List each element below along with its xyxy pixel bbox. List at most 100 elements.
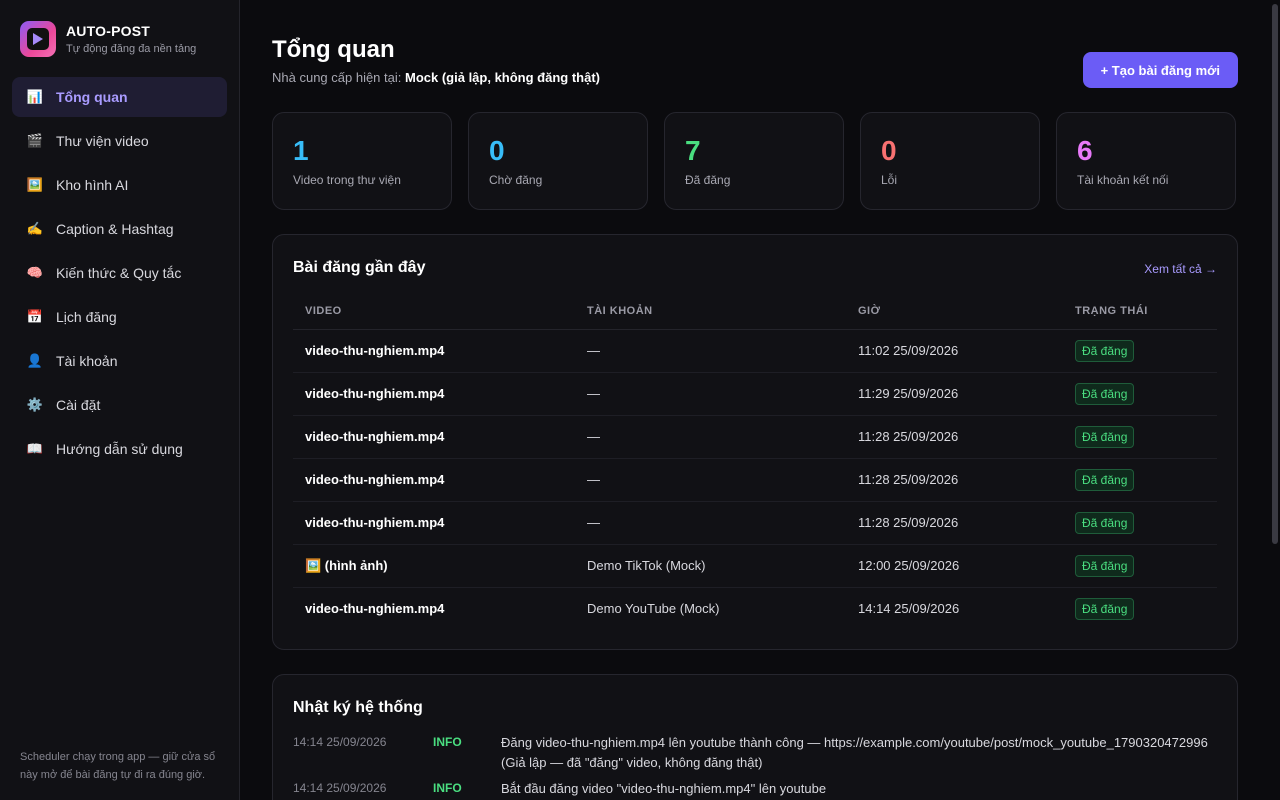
stat-label: Tài khoản kết nối [1077, 173, 1169, 187]
log-time: 14:14 25/09/2026 [293, 735, 387, 749]
log-time: 14:14 25/09/2026 [293, 781, 387, 795]
post-status-cell: Đã đăng [1063, 501, 1217, 545]
stat-value: 1 [293, 135, 309, 166]
table-row[interactable]: video-thu-nghiem.mp4—11:28 25/09/2026 Đã … [293, 415, 1217, 459]
writing-hand-icon: ✍️ [26, 221, 44, 236]
sidebar-item-label: Kiến thức & Quy tắc [56, 265, 182, 281]
sidebar-item-label: Lịch đăng [56, 309, 117, 325]
calendar-icon: 📅 [26, 309, 44, 324]
stat-value: 0 [489, 135, 505, 166]
stat-value: 7 [685, 135, 701, 166]
see-all-link[interactable]: Xem tất cả → [1144, 262, 1217, 276]
recent-posts-card: Bài đăng gần đây Xem tất cả → VIDEO TÀI K… [272, 234, 1238, 650]
sidebar-item-0[interactable]: 📊 Tổng quan [12, 77, 227, 117]
bar-chart-icon: 📊 [26, 89, 44, 104]
post-status-cell: Đã đăng [1063, 544, 1217, 588]
sidebar-item-5[interactable]: 📅 Lịch đăng [12, 297, 227, 337]
create-post-button[interactable]: + Tạo bài đăng mới [1082, 52, 1238, 88]
post-status-cell: Đã đăng [1063, 372, 1217, 416]
sidebar-item-3[interactable]: ✍️ Caption & Hashtag [12, 209, 227, 249]
post-account: — [575, 458, 846, 502]
post-video: 🖼️ (hình ảnh) [293, 544, 575, 588]
system-log-card: Nhật ký hệ thống 14:14 25/09/2026 INFO Đăn… [272, 674, 1238, 800]
provider-info: Nhà cung cấp hiện tại: Mock (giả lập, kh… [272, 70, 600, 85]
post-time: 11:28 25/09/2026 [846, 415, 1063, 459]
sidebar-item-label: Caption & Hashtag [56, 221, 174, 237]
scheduler-note: Scheduler chạy trong app — giữ cửa sổ nà… [20, 751, 216, 781]
post-time: 12:00 25/09/2026 [846, 544, 1063, 588]
table-row[interactable]: video-thu-nghiem.mp4 Demo YouTube (Mock) 1… [293, 587, 1217, 630]
provider-label: Nhà cung cấp hiện tại: [272, 70, 402, 85]
log-level: INFO [433, 781, 462, 795]
column-header: TÀI KHOẢN [575, 293, 846, 330]
log-message: Đăng video-thu-nghiem.mp4 lên youtube th… [501, 735, 1208, 770]
recent-posts-title: Bài đăng gần đây [293, 259, 426, 276]
stat-label: Lỗi [881, 173, 898, 187]
post-status-cell: Đã đăng [1063, 458, 1217, 502]
stat-card: 6 Tài khoản kết nối [1056, 112, 1236, 210]
stat-label: Video trong thư viện [293, 173, 401, 187]
table-header-row: VIDEO TÀI KHOẢN GIỜ TRẠNG THÁI [293, 293, 1217, 330]
sidebar-item-1[interactable]: 🎬 Thư viện video [12, 121, 227, 161]
post-account: Demo TikTok (Mock) [575, 544, 846, 588]
provider-value: Mock (giả lập, không đăng thật) [405, 70, 600, 85]
status-badge: Đã đăng [1075, 382, 1135, 405]
status-badge: Đã đăng [1075, 339, 1135, 362]
post-account: — [575, 415, 846, 459]
post-status-cell: Đã đăng [1063, 415, 1217, 459]
scrollbar[interactable] [1270, 0, 1280, 800]
post-time: 11:02 25/09/2026 [846, 329, 1063, 373]
table-row[interactable]: video-thu-nghiem.mp4—11:28 25/09/2026 Đã … [293, 501, 1217, 545]
column-header: VIDEO [293, 293, 575, 330]
sidebar-item-label: Tổng quan [56, 89, 128, 105]
page-title: Tổng quan [272, 36, 395, 63]
sidebar-item-label: Thư viện video [56, 133, 149, 149]
status-badge: Đã đăng [1075, 554, 1135, 577]
status-badge: Đã đăng [1075, 511, 1135, 534]
sidebar-item-2[interactable]: 🖼️ Kho hình AI [12, 165, 227, 205]
post-video: video-thu-nghiem.mp4 [293, 415, 575, 459]
post-status-cell: Đã đăng [1063, 587, 1217, 630]
table-row[interactable]: 🖼️ (hình ảnh) Demo TikTok (Mock) 12:00 25/… [293, 544, 1217, 588]
clapperboard-icon: 🎬 [26, 133, 44, 148]
post-video: video-thu-nghiem.mp4 [305, 601, 445, 617]
scrollbar-thumb[interactable] [1272, 4, 1278, 544]
post-account: — [575, 501, 846, 545]
stat-card: 0 Lỗi [860, 112, 1040, 210]
post-video: video-thu-nghiem.mp4 [293, 458, 575, 502]
post-time: 14:14 25/09/2026 [858, 601, 960, 617]
gear-icon: ⚙️ [26, 397, 44, 412]
post-time: 11:28 25/09/2026 [846, 458, 1063, 502]
table-body: video-thu-nghiem.mp4—11:02 25/09/2026 Đã … [293, 329, 1217, 630]
sidebar: AUTO-POST Tự động đăng đa nền tảng 📊 Tổng… [0, 0, 240, 800]
post-account: — [575, 329, 846, 373]
sidebar-item-8[interactable]: 📖 Hướng dẫn sử dụng [12, 429, 227, 469]
post-account: Demo YouTube (Mock) [587, 601, 720, 617]
status-badge: Đã đăng [1075, 468, 1135, 491]
sidebar-item-6[interactable]: 👤 Tài khoản [12, 341, 227, 381]
book-icon: 📖 [26, 441, 44, 456]
log-list: 14:14 25/09/2026 INFO Đăng video-thu-nghie… [293, 733, 1217, 800]
table-row[interactable]: video-thu-nghiem.mp4—11:02 25/09/2026 Đã … [293, 329, 1217, 373]
app-title: AUTO-POST [66, 22, 150, 39]
app-logo-icon [20, 20, 56, 57]
system-log-title: Nhật ký hệ thống [293, 699, 423, 716]
post-video: video-thu-nghiem.mp4 [293, 372, 575, 416]
brain-icon: 🧠 [26, 265, 44, 280]
stat-card: 7 Đã đăng [664, 112, 844, 210]
brand: AUTO-POST Tự động đăng đa nền tảng [0, 0, 239, 58]
sidebar-item-label: Cài đặt [56, 397, 101, 413]
log-level: INFO [433, 735, 462, 749]
stat-label: Chờ đăng [489, 173, 543, 187]
sidebar-item-7[interactable]: ⚙️ Cài đặt [12, 385, 227, 425]
post-account: — [575, 372, 846, 416]
column-header: GIỜ [846, 293, 1063, 330]
table-row[interactable]: video-thu-nghiem.mp4—11:28 25/09/2026 Đã … [293, 458, 1217, 502]
status-badge: Đã đăng [1075, 425, 1135, 448]
picture-icon: 🖼️ [26, 177, 44, 192]
log-entry: 14:14 25/09/2026 INFO Đăng video-thu-nghie… [293, 733, 1217, 773]
sidebar-nav: 📊 Tổng quan 🎬 Thư viện video 🖼️ Kho hình AI ✍️… [0, 77, 239, 469]
table-row[interactable]: video-thu-nghiem.mp4—11:29 25/09/2026 Đã … [293, 372, 1217, 416]
sidebar-item-4[interactable]: 🧠 Kiến thức & Quy tắc [12, 253, 227, 293]
stats-row: 1 Video trong thư viện 0 Chờ đăng 7 Đã đăng 0 L… [272, 112, 1236, 210]
